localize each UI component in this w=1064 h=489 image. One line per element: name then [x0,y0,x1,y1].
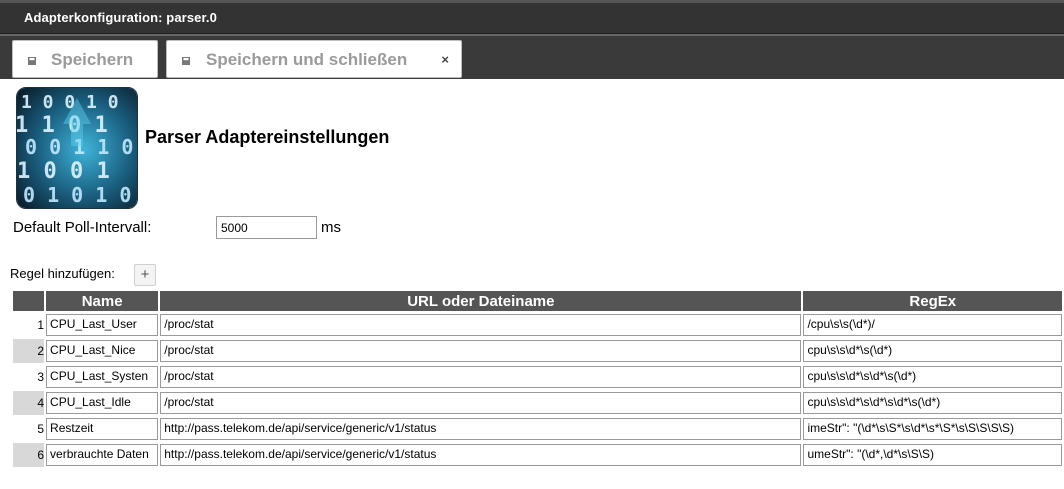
table-row: 5 Restzeit http://pass.telekom.de/api/se… [13,417,1062,441]
rule-regex-input[interactable]: umeStr": "(\d*,\d*\s\S\S) [803,444,1062,466]
rule-url-input[interactable]: /proc/stat [160,340,802,362]
poll-interval-input[interactable] [216,216,317,239]
rule-url-input[interactable]: http://pass.telekom.de/api/service/gener… [160,444,802,466]
window-title: Adapterkonfiguration: parser.0 [0,0,1064,34]
save-button-label: Speichern [51,50,134,69]
close-icon[interactable]: × [441,52,449,67]
add-rule-label: Regel hinzufügen: [10,266,115,281]
rule-name-input[interactable]: CPU_Last_User [46,314,159,336]
column-header-name: Name [46,291,159,311]
add-rule-button[interactable]: + [134,264,156,286]
plus-icon: + [140,266,150,283]
rule-regex-input[interactable]: cpu\s\s\d*\s(\d*) [803,340,1062,362]
rule-url-input[interactable]: http://pass.telekom.de/api/service/gener… [160,418,802,440]
svg-text:1 0 0 1 0: 1 0 0 1 0 [21,92,119,113]
row-number: 2 [13,339,45,363]
svg-text:0 1 0 1 0: 0 1 0 1 0 [23,183,131,207]
row-number: 1 [37,318,45,332]
rule-regex-input[interactable]: cpu\s\s\d*\s\d*\s\d*\s(\d*) [803,392,1062,414]
row-number: 5 [37,422,45,436]
save-icon [28,57,36,65]
page-title: Parser Adaptereinstellungen [145,127,390,147]
row-number: 3 [37,370,45,384]
rule-name-input[interactable]: Restzeit [46,418,159,440]
rule-url-input[interactable]: /proc/stat [160,314,802,336]
save-icon [182,57,190,65]
table-row: 3 CPU_Last_Systen /proc/stat cpu\s\s\d*\… [13,365,1062,389]
rule-name-input[interactable]: CPU_Last_Systen [46,366,159,388]
rule-name-input[interactable]: CPU_Last_Idle [46,392,159,414]
binary-digits-logo: 1 0 0 1 0 1 1 0 1 0 0 1 1 0 1 0 0 1 0 1 … [16,87,138,209]
column-header-regex: RegEx [803,291,1062,311]
table-row: 1 CPU_Last_User /proc/stat /cpu\s\s(\d*)… [13,313,1062,337]
toolbar: Speichern Speichern und schließen × [0,34,1064,79]
rule-name-input[interactable]: CPU_Last_Nice [46,340,159,362]
rules-table: Name URL oder Dateiname RegEx 1 CPU_Last… [11,289,1064,469]
table-row: 2 CPU_Last_Nice /proc/stat cpu\s\s\d*\s(… [13,339,1062,363]
svg-text:1 0 0 1: 1 0 0 1 [17,159,110,184]
save-and-close-label: Speichern und schließen [206,50,408,69]
row-number: 4 [13,391,45,415]
save-button[interactable]: Speichern [12,40,158,78]
rule-url-input[interactable]: /proc/stat [160,366,802,388]
adapter-settings-panel: 1 0 0 1 0 1 1 0 1 0 0 1 1 0 1 0 0 1 0 1 … [0,79,1064,489]
poll-interval-label: Default Poll-Intervall: [13,219,152,236]
row-number-header [13,291,45,311]
rule-regex-input[interactable]: /cpu\s\s(\d*)/ [803,314,1062,336]
save-and-close-button[interactable]: Speichern und schließen × [166,40,462,78]
column-header-url: URL oder Dateiname [160,291,802,311]
rule-url-input[interactable]: /proc/stat [160,392,802,414]
table-row: 6 verbrauchte Daten http://pass.telekom.… [13,443,1062,467]
rule-name-input[interactable]: verbrauchte Daten [46,444,159,466]
table-row: 4 CPU_Last_Idle /proc/stat cpu\s\s\d*\s\… [13,391,1062,415]
poll-interval-unit: ms [321,219,341,236]
rule-regex-input[interactable]: cpu\s\s\d*\s\d*\s(\d*) [803,366,1062,388]
rule-regex-input[interactable]: imeStr": "(\d*\s\S*\s\d*\s*\S*\s\S\S\S\S… [803,418,1062,440]
row-number: 6 [13,443,45,467]
